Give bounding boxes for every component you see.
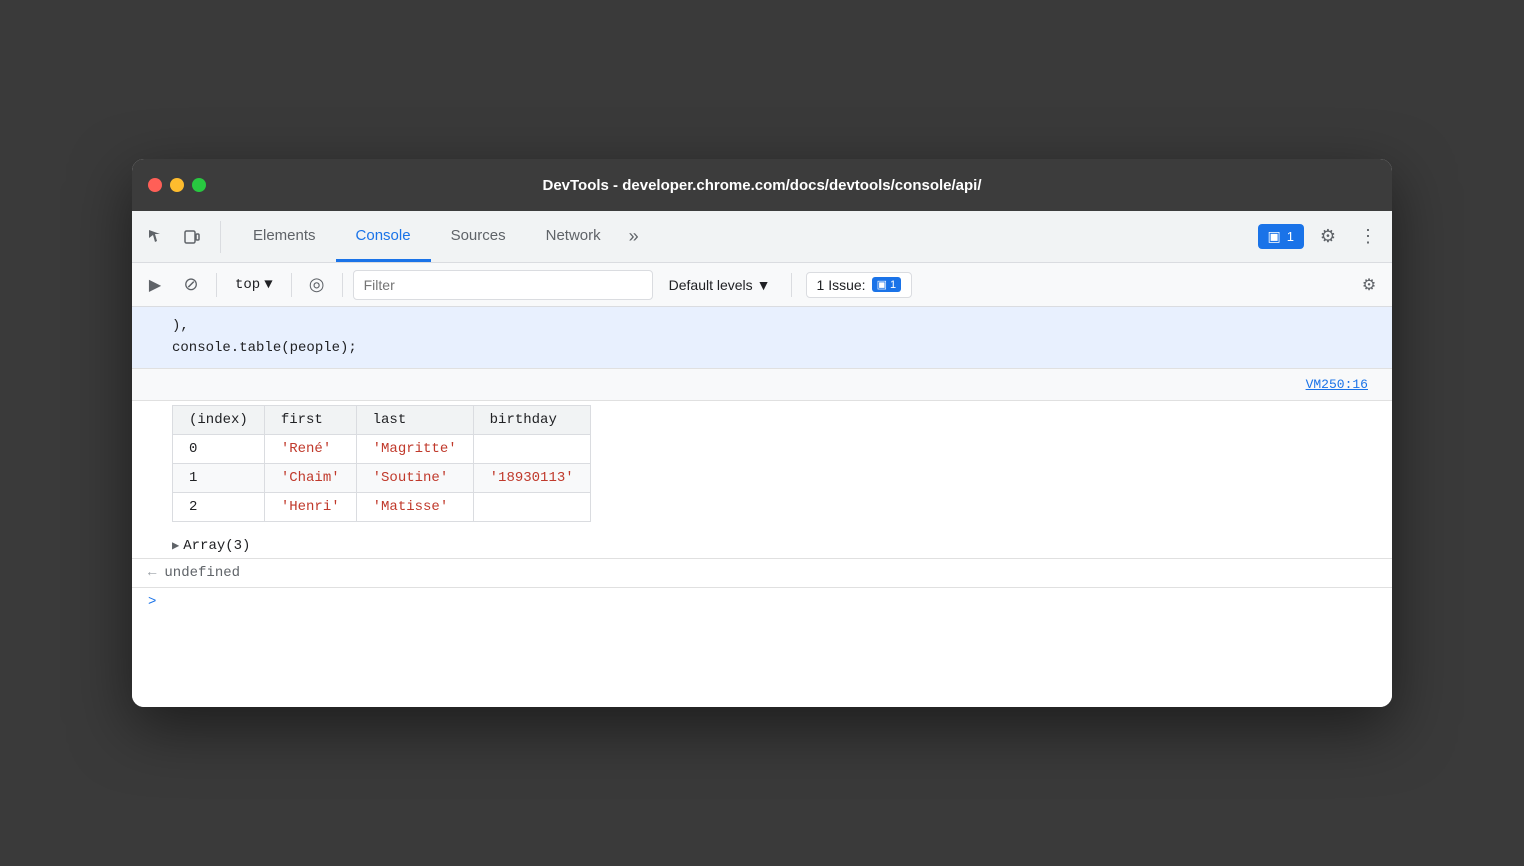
sidebar-toggle-button[interactable]: ▶ bbox=[140, 270, 170, 300]
cell-index-2: 2 bbox=[173, 492, 265, 521]
console-toolbar: ▶ ⊘ top ▼ ◎ Default levels ▼ 1 Issue: ▣ … bbox=[132, 263, 1392, 307]
toolbar-separator-4 bbox=[791, 273, 792, 297]
issue-badge-icon: ▣ bbox=[1268, 228, 1281, 245]
default-levels-button[interactable]: Default levels ▼ bbox=[659, 273, 781, 297]
cell-first-0: 'René' bbox=[264, 434, 356, 463]
cell-index-0: 0 bbox=[173, 434, 265, 463]
title-bar: DevTools - developer.chrome.com/docs/dev… bbox=[132, 159, 1392, 211]
table-row: 1 'Chaim' 'Soutine' '18930113' bbox=[173, 463, 591, 492]
tab-sources[interactable]: Sources bbox=[431, 211, 526, 262]
minimize-button[interactable] bbox=[170, 178, 184, 192]
table-row: 0 'René' 'Magritte' bbox=[173, 434, 591, 463]
issue-count-button[interactable]: 1 Issue: ▣ 1 bbox=[806, 272, 913, 298]
cell-last-1: 'Soutine' bbox=[356, 463, 473, 492]
tab-console[interactable]: Console bbox=[336, 211, 431, 262]
cell-first-1: 'Chaim' bbox=[264, 463, 356, 492]
code-line-2: console.table(people); bbox=[172, 337, 1376, 359]
toolbar-separator-3 bbox=[342, 273, 343, 297]
array-expand-button[interactable]: ▶ Array(3) bbox=[132, 534, 1392, 558]
traffic-lights bbox=[148, 178, 206, 192]
eye-icon-button[interactable]: ◎ bbox=[302, 270, 332, 300]
tab-elements[interactable]: Elements bbox=[233, 211, 336, 262]
toolbar-separator-1 bbox=[216, 273, 217, 297]
col-last: last bbox=[356, 405, 473, 434]
undefined-row: ← undefined bbox=[132, 558, 1392, 587]
maximize-button[interactable] bbox=[192, 178, 206, 192]
cell-birthday-1: '18930113' bbox=[473, 463, 590, 492]
cell-index-1: 1 bbox=[173, 463, 265, 492]
table-row: 2 'Henri' 'Matisse' bbox=[173, 492, 591, 521]
code-line-1: ), bbox=[172, 315, 1376, 337]
more-tabs-button[interactable]: » bbox=[621, 211, 647, 262]
table-header-row: (index) first last birthday bbox=[173, 405, 591, 434]
vm-link[interactable]: VM250:16 bbox=[1298, 373, 1376, 396]
cell-birthday-2 bbox=[473, 492, 590, 521]
issue-badge[interactable]: ▣ 1 bbox=[1258, 224, 1304, 249]
levels-chevron-icon: ▼ bbox=[757, 277, 771, 293]
tab-bar: Elements Console Sources Network » ▣ 1 ⚙ bbox=[132, 211, 1392, 263]
console-prompt[interactable]: > bbox=[132, 587, 1392, 616]
tab-icon-group bbox=[140, 221, 221, 253]
context-selector[interactable]: top ▼ bbox=[227, 273, 281, 297]
prompt-arrow-icon: > bbox=[148, 594, 156, 610]
inspect-icon-button[interactable] bbox=[140, 221, 172, 253]
col-birthday: birthday bbox=[473, 405, 590, 434]
main-tabs: Elements Console Sources Network » bbox=[233, 211, 1258, 262]
expand-arrow-icon: ▶ bbox=[172, 538, 179, 553]
array-label: Array(3) bbox=[183, 538, 250, 554]
clear-console-button[interactable]: ⊘ bbox=[176, 270, 206, 300]
window-title: DevTools - developer.chrome.com/docs/dev… bbox=[542, 177, 981, 194]
console-content: ), console.table(people); VM250:16 (inde… bbox=[132, 307, 1392, 707]
chevron-down-icon: ▼ bbox=[264, 277, 272, 293]
console-table-wrapper: (index) first last birthday 0 'René' 'Ma… bbox=[132, 405, 1392, 534]
col-index: (index) bbox=[173, 405, 265, 434]
issue-count-icon: ▣ 1 bbox=[872, 277, 902, 292]
context-label: top bbox=[235, 277, 260, 293]
console-settings-button[interactable]: ⚙ bbox=[1354, 270, 1384, 300]
filter-input[interactable] bbox=[353, 270, 653, 300]
cell-first-2: 'Henri' bbox=[264, 492, 356, 521]
cell-birthday-0 bbox=[473, 434, 590, 463]
devtools-window: DevTools - developer.chrome.com/docs/dev… bbox=[132, 159, 1392, 707]
toolbar-separator-2 bbox=[291, 273, 292, 297]
default-levels-label: Default levels bbox=[669, 277, 753, 293]
close-button[interactable] bbox=[148, 178, 162, 192]
more-options-button[interactable]: ⋮ bbox=[1352, 221, 1384, 253]
vm-link-row: VM250:16 bbox=[132, 369, 1392, 401]
console-table: (index) first last birthday 0 'René' 'Ma… bbox=[172, 405, 591, 522]
device-toggle-button[interactable] bbox=[176, 221, 208, 253]
settings-button[interactable]: ⚙ bbox=[1312, 221, 1344, 253]
code-block: ), console.table(people); bbox=[132, 307, 1392, 369]
tab-right-actions: ▣ 1 ⚙ ⋮ bbox=[1258, 221, 1384, 253]
cell-last-0: 'Magritte' bbox=[356, 434, 473, 463]
undefined-value: undefined bbox=[164, 565, 240, 581]
tab-network[interactable]: Network bbox=[526, 211, 621, 262]
return-arrow-icon: ← bbox=[148, 565, 156, 581]
col-first: first bbox=[264, 405, 356, 434]
cell-last-2: 'Matisse' bbox=[356, 492, 473, 521]
